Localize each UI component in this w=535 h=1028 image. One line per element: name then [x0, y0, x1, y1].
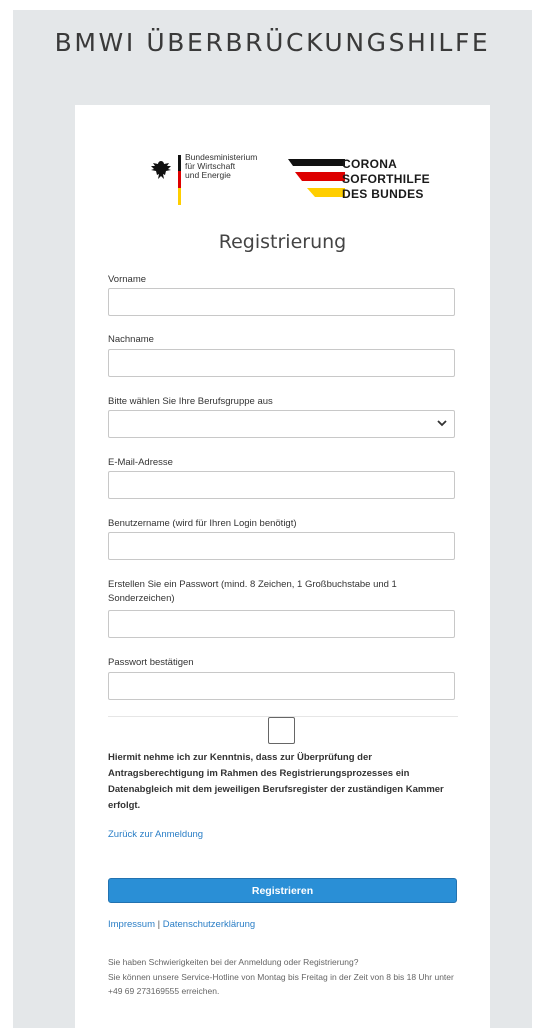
vorname-label: Vorname [108, 274, 147, 285]
corona-stripes-logo [288, 159, 345, 197]
impressum-link[interactable]: Impressum [108, 919, 155, 930]
berufsgruppe-label: Bitte wählen Sie Ihre Berufsgruppe aus [108, 396, 273, 407]
corona-line: SOFORTHILFE [342, 172, 430, 186]
passwort-bestaetigen-input[interactable] [108, 672, 455, 700]
corona-logo-text: CORONA SOFORTHILFE DES BUNDES [342, 157, 430, 202]
benutzername-label: Benutzername (wird für Ihren Login benöt… [108, 518, 297, 529]
passwort-input[interactable] [108, 610, 455, 638]
footer-separator: | [157, 919, 161, 930]
nachname-input[interactable] [108, 349, 455, 377]
chevron-down-icon [437, 420, 447, 427]
nachname-label: Nachname [108, 334, 154, 345]
benutzername-input[interactable] [108, 532, 455, 560]
passwort-bestaetigen-label: Passwort bestätigen [108, 657, 194, 668]
back-to-login-link[interactable]: Zurück zur Anmeldung [108, 829, 203, 840]
help-line: Sie haben Schwierigkeiten bei der Anmeld… [108, 957, 359, 967]
ministry-logo-text: Bundesministerium für Wirtschaft und Ene… [185, 152, 258, 180]
help-line: Sie können unsere Service-Hotline von Mo… [108, 971, 454, 997]
form-title: Registrierung [218, 231, 347, 253]
passwort-label: Erstellen Sie ein Passwort (mind. 8 Zeic… [108, 579, 397, 604]
footer-links: Impressum | Datenschutzerklärung [108, 919, 255, 930]
consent-text: Hiermit nehme ich zur Kenntnis, dass zur… [108, 752, 444, 811]
german-flag-bar [178, 155, 181, 205]
corona-line: CORONA [342, 157, 398, 171]
berufsgruppe-select[interactable] [108, 410, 455, 438]
registration-card: Bundesministerium für Wirtschaft und Ene… [75, 105, 490, 1028]
email-label: E-Mail-Adresse [108, 457, 173, 468]
federal-eagle-icon [149, 159, 173, 186]
corona-line: DES BUNDES [342, 187, 424, 201]
vorname-input[interactable] [108, 288, 455, 316]
consent-checkbox[interactable] [268, 717, 295, 744]
site-title: BMWI ÜBERBRÜCKUNGSHILFE [54, 28, 491, 57]
email-input[interactable] [108, 471, 455, 499]
datenschutz-link[interactable]: Datenschutzerklärung [163, 919, 255, 930]
register-button[interactable]: Registrieren [108, 878, 457, 903]
help-text: Sie haben Schwierigkeiten bei der Anmeld… [108, 955, 458, 999]
logo-bar: Bundesministerium für Wirtschaft und Ene… [75, 152, 490, 205]
